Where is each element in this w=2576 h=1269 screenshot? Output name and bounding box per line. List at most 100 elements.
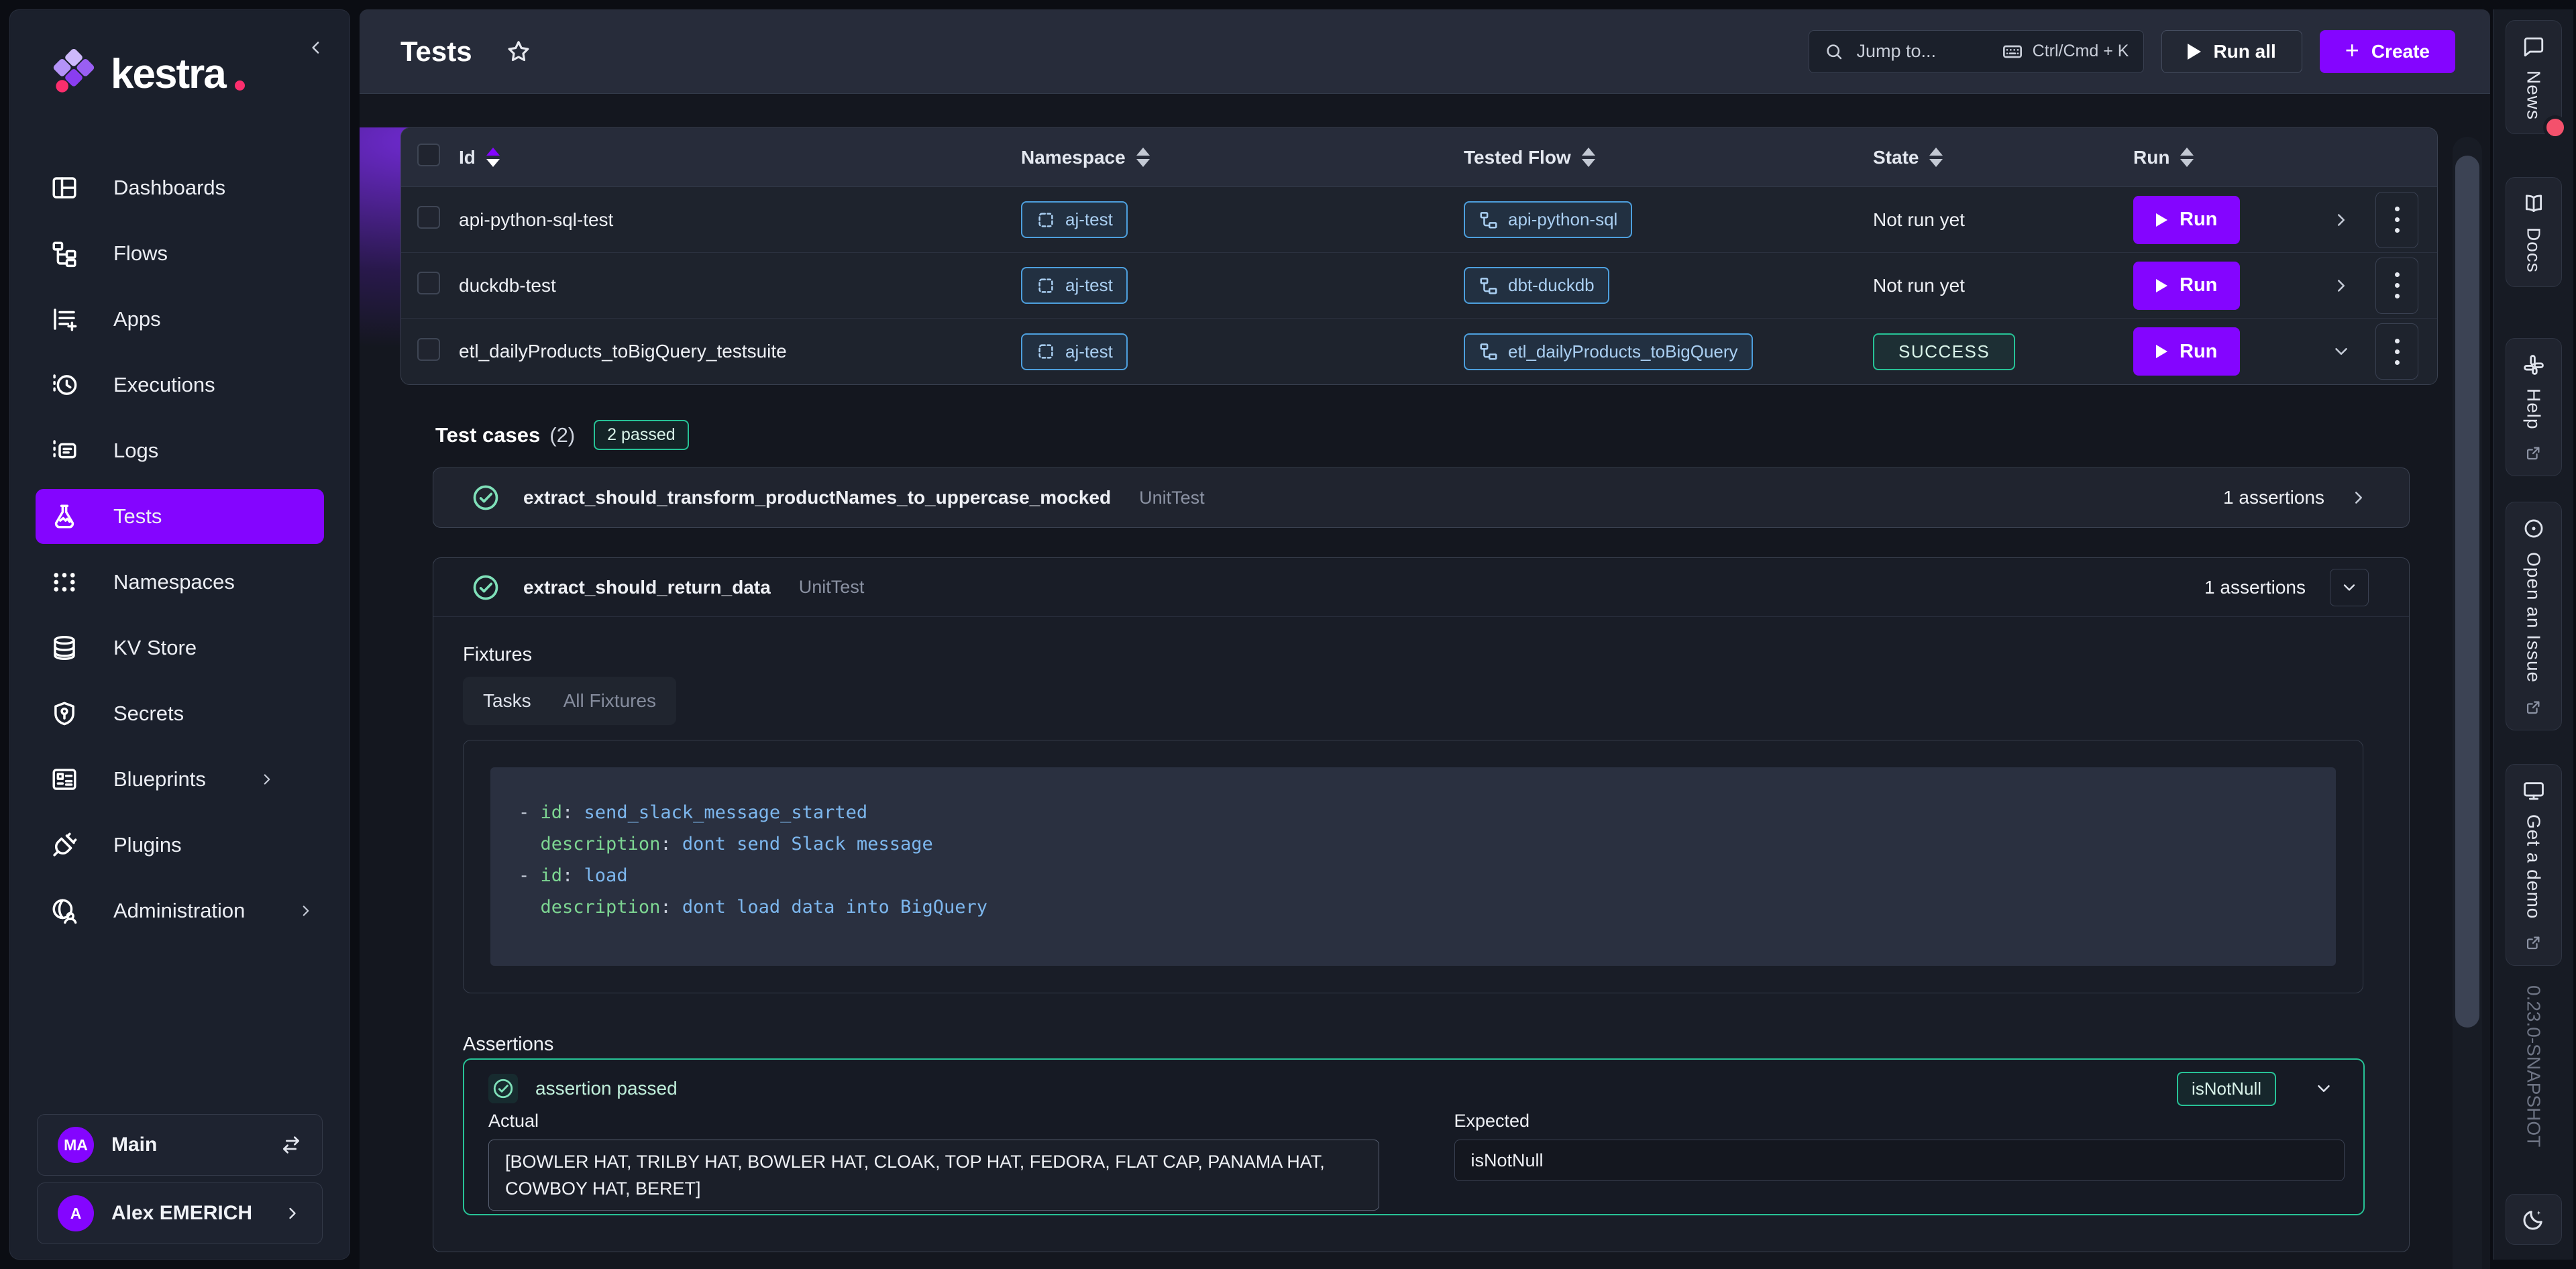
run-button[interactable]: Run [2133,327,2240,376]
collapse-row-icon[interactable] [2331,341,2375,362]
row-checkbox[interactable] [417,272,440,294]
kv-store-icon [50,634,78,662]
operator-badge: isNotNull [2177,1072,2276,1106]
news-button[interactable]: News [2506,20,2562,134]
table-row: api-python-sql-test aj-test api-python-s… [401,187,2437,253]
sidebar-item-tests[interactable]: Tests [36,489,324,544]
test-id[interactable]: etl_dailyProducts_toBigQuery_testsuite [459,341,787,362]
flow-badge[interactable]: dbt-duckdb [1464,267,1609,304]
fixtures-tabs: Tasks All Fixtures [463,677,676,725]
check-circle-icon [488,1074,518,1103]
assertion-card: assertion passed isNotNull Actual [BOWLE… [463,1058,2365,1215]
demo-screen-icon [2522,779,2545,802]
row-checkbox[interactable] [417,206,440,229]
issue-icon [2522,517,2545,540]
select-all-checkbox[interactable] [417,144,440,166]
chevron-right-icon [283,1204,302,1223]
docs-button[interactable]: Docs [2506,177,2562,287]
fixtures-panel: - id: send_slack_message_started descrip… [463,740,2363,993]
row-menu-button[interactable] [2375,258,2418,314]
sidebar-item-flows[interactable]: Flows [10,226,350,281]
row-checkbox[interactable] [417,338,440,361]
column-header-id[interactable]: Id [459,147,500,168]
news-icon [2522,36,2545,58]
tab-all-fixtures[interactable]: All Fixtures [564,690,656,712]
logo-dot [235,80,245,91]
sidebar-collapse-button[interactable] [301,33,331,62]
column-header-tested-flow[interactable]: Tested Flow [1464,147,1595,168]
column-header-run[interactable]: Run [2133,147,2194,168]
namespace-icon [1036,341,1056,362]
test-id[interactable]: duckdb-test [459,275,556,296]
scrollbar-thumb[interactable] [2455,156,2479,1028]
slack-icon [2522,353,2545,376]
sort-icon [2180,148,2194,167]
play-icon [2156,279,2167,292]
namespace-badge[interactable]: aj-test [1021,267,1128,304]
run-button[interactable]: Run [2133,196,2240,244]
sidebar-item-secrets[interactable]: Secrets [10,686,350,741]
apps-icon [50,305,78,333]
column-header-namespace[interactable]: Namespace [1021,147,1150,168]
get-a-demo-button[interactable]: Get a demo [2506,764,2562,966]
table-header-row: Id Namespace Tested Flow State Run [401,128,2437,187]
test-case-header[interactable]: extract_should_return_data UnitTest 1 as… [433,558,2409,617]
sidebar-item-logs[interactable]: Logs [10,423,350,478]
tenant-switcher[interactable]: MA Main [37,1114,323,1176]
test-case-details: Fixtures Tasks All Fixtures - id: send_s… [433,617,2409,1215]
sidebar-item-blueprints[interactable]: Blueprints [10,752,350,807]
tab-tasks[interactable]: Tasks [483,690,531,712]
play-icon [2156,213,2167,227]
external-link-icon [2524,934,2542,952]
sidebar-item-kv-store[interactable]: KV Store [10,620,350,675]
table-row: duckdb-test aj-test dbt-duckdb Not run y… [401,253,2437,319]
sidebar-item-dashboards[interactable]: Dashboards [10,160,350,215]
collapse-case-button[interactable] [2330,569,2369,606]
help-button[interactable]: Help [2506,338,2562,477]
assertion-status: assertion passed [535,1078,678,1099]
expected-value-field[interactable]: isNotNull [1454,1140,2345,1181]
actual-value-field[interactable]: [BOWLER HAT, TRILBY HAT, BOWLER HAT, CLO… [488,1140,1379,1211]
expand-case-icon[interactable] [2349,488,2369,508]
sidebar-item-namespaces[interactable]: Namespaces [10,555,350,610]
row-menu-button[interactable] [2375,323,2418,380]
namespace-badge[interactable]: aj-test [1021,201,1128,238]
jump-to-search[interactable]: Jump to... Ctrl/Cmd + K [1809,30,2144,73]
check-circle-icon [471,483,500,512]
play-icon [2156,345,2167,358]
kestra-logo[interactable]: kestra [49,49,245,99]
expand-row-icon[interactable] [2331,210,2375,230]
sidebar-item-apps[interactable]: Apps [10,292,350,347]
open-an-issue-button[interactable]: Open an Issue [2506,502,2562,730]
row-menu-button[interactable] [2375,192,2418,248]
blueprints-icon [50,765,78,793]
table-row: etl_dailyProducts_toBigQuery_testsuite a… [401,319,2437,384]
flow-badge[interactable]: api-python-sql [1464,201,1632,238]
flow-icon [1479,341,1499,362]
namespace-badge[interactable]: aj-test [1021,333,1128,370]
scrollbar-track[interactable] [2453,137,2482,1269]
test-cases-header: Test cases (2) 2 passed [435,420,2490,450]
test-case-row[interactable]: extract_should_transform_productNames_to… [433,467,2410,528]
expand-row-icon[interactable] [2331,276,2375,296]
flow-badge[interactable]: etl_dailyProducts_toBigQuery [1464,333,1753,370]
column-header-state[interactable]: State [1873,147,1943,168]
user-menu[interactable]: A Alex EMERICH [37,1182,323,1244]
external-link-icon [2524,698,2542,716]
sort-icon [1929,148,1943,167]
fixtures-code-editor[interactable]: - id: send_slack_message_started descrip… [490,767,2336,966]
sidebar-item-administration[interactable]: Administration [10,883,350,938]
tests-flask-icon [50,502,78,531]
theme-toggle-button[interactable] [2506,1194,2562,1245]
secrets-shield-icon [50,700,78,728]
run-all-button[interactable]: Run all [2161,30,2302,73]
create-button[interactable]: + Create [2320,30,2455,73]
run-button[interactable]: Run [2133,262,2240,310]
collapse-assertion-icon[interactable] [2314,1079,2334,1099]
favorite-star-icon[interactable] [506,39,531,64]
sidebar-item-executions[interactable]: Executions [10,357,350,412]
right-rail: News Docs Help Open an Issue Get a demo … [2493,9,2573,1260]
state-label: Not run yet [1873,209,1965,230]
test-id[interactable]: api-python-sql-test [459,209,613,230]
sidebar-item-plugins[interactable]: Plugins [10,818,350,873]
